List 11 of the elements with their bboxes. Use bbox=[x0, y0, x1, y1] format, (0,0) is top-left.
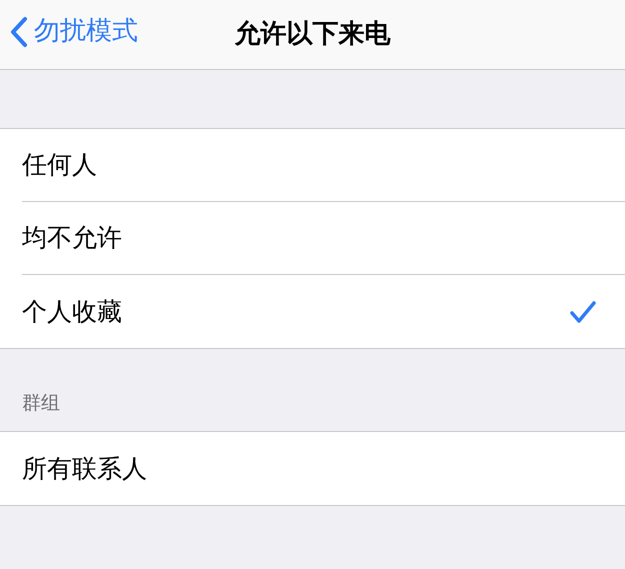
option-label: 均不允许 bbox=[22, 222, 123, 254]
option-label: 个人收藏 bbox=[22, 296, 123, 328]
option-row[interactable]: 任何人 bbox=[0, 129, 625, 202]
option-row[interactable]: 所有联系人 bbox=[0, 432, 625, 505]
option-label: 所有联系人 bbox=[22, 452, 148, 485]
section-header: 群组 bbox=[22, 390, 60, 416]
checkmark-icon bbox=[569, 300, 597, 324]
back-button[interactable]: 勿扰模式 bbox=[10, 12, 138, 51]
back-chevron-icon bbox=[10, 16, 28, 48]
navigation-title: 允许以下来电 bbox=[234, 18, 390, 51]
option-label: 任何人 bbox=[22, 149, 98, 182]
